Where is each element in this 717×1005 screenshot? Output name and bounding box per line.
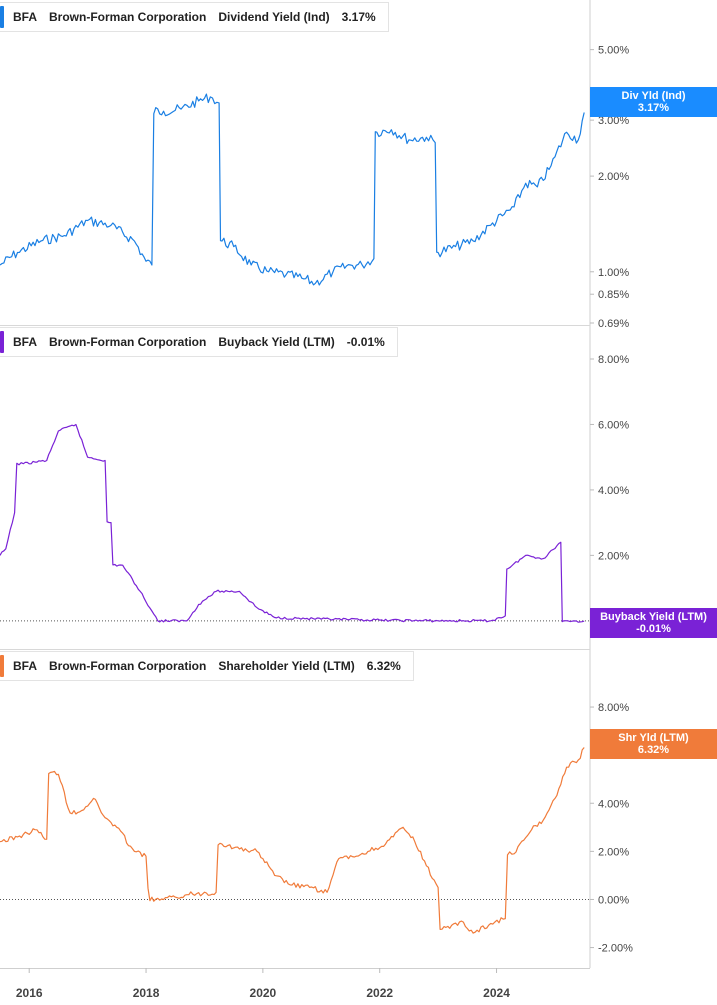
legend-metric: Buyback Yield (LTM) — [218, 335, 335, 349]
legend-company: Brown-Forman Corporation — [49, 659, 207, 673]
tag-label: Shr Yld (LTM) — [618, 732, 689, 744]
y-tick-label: 4.00% — [598, 798, 629, 810]
series-line — [0, 93, 585, 286]
y-tick-label: 2.00% — [598, 171, 629, 183]
legend-swatch — [0, 655, 4, 677]
legend-company: Brown-Forman Corporation — [49, 335, 207, 349]
x-tick-label: 2024 — [483, 986, 510, 1000]
x-tick-label: 2016 — [16, 986, 43, 1000]
y-tick-label: 6.00% — [598, 419, 629, 431]
tag-label: Buyback Yield (LTM) — [600, 611, 707, 623]
series-line — [0, 747, 585, 934]
legend-dividend-yield: BFA Brown-Forman Corporation Dividend Yi… — [0, 2, 389, 32]
x-tick-label: 2020 — [250, 986, 277, 1000]
legend-metric: Dividend Yield (Ind) — [218, 10, 330, 24]
tag-value: 3.17% — [637, 102, 670, 114]
legend-ticker: BFA — [13, 659, 37, 673]
x-tick-label: 2022 — [366, 986, 393, 1000]
y-tick-label: 5.00% — [598, 45, 629, 57]
series-line — [0, 423, 585, 623]
legend-swatch — [0, 6, 4, 28]
value-tag-buyback-yield: Buyback Yield (LTM) -0.01% — [590, 608, 717, 638]
legend-buyback-yield: BFA Brown-Forman Corporation Buyback Yie… — [0, 327, 398, 357]
y-tick-label: 8.00% — [598, 354, 629, 366]
legend-shareholder-yield: BFA Brown-Forman Corporation Shareholder… — [0, 651, 414, 681]
y-tick-label: 2.00% — [598, 846, 629, 858]
legend-value: -0.01% — [346, 335, 385, 349]
legend-ticker: BFA — [13, 335, 37, 349]
tag-value: 6.32% — [637, 744, 670, 756]
y-tick-label: -2.00% — [598, 943, 633, 955]
legend-company: Brown-Forman Corporation — [49, 10, 207, 24]
legend-ticker: BFA — [13, 10, 37, 24]
y-tick-label: 4.00% — [598, 485, 629, 497]
chart-area: 5.00%3.00%2.00%1.00%0.85%0.69%8.00%6.00%… — [0, 0, 633, 1000]
legend-metric: Shareholder Yield (LTM) — [218, 659, 355, 673]
legend-value: 6.32% — [366, 659, 401, 673]
y-tick-label: 0.69% — [598, 318, 629, 330]
x-tick-label: 2018 — [133, 986, 160, 1000]
legend-value: 3.17% — [341, 10, 376, 24]
y-tick-label: 2.00% — [598, 550, 629, 562]
y-tick-label: 8.00% — [598, 702, 629, 714]
y-tick-label: 0.00% — [598, 894, 629, 906]
value-tag-dividend-yield: Div Yld (Ind) 3.17% — [590, 87, 717, 117]
legend-swatch — [0, 331, 4, 353]
tag-label: Div Yld (Ind) — [621, 90, 686, 102]
y-tick-label: 0.85% — [598, 289, 629, 301]
tag-value: -0.01% — [636, 623, 671, 635]
value-tag-shareholder-yield: Shr Yld (LTM) 6.32% — [590, 729, 717, 759]
y-tick-label: 1.00% — [598, 267, 629, 279]
